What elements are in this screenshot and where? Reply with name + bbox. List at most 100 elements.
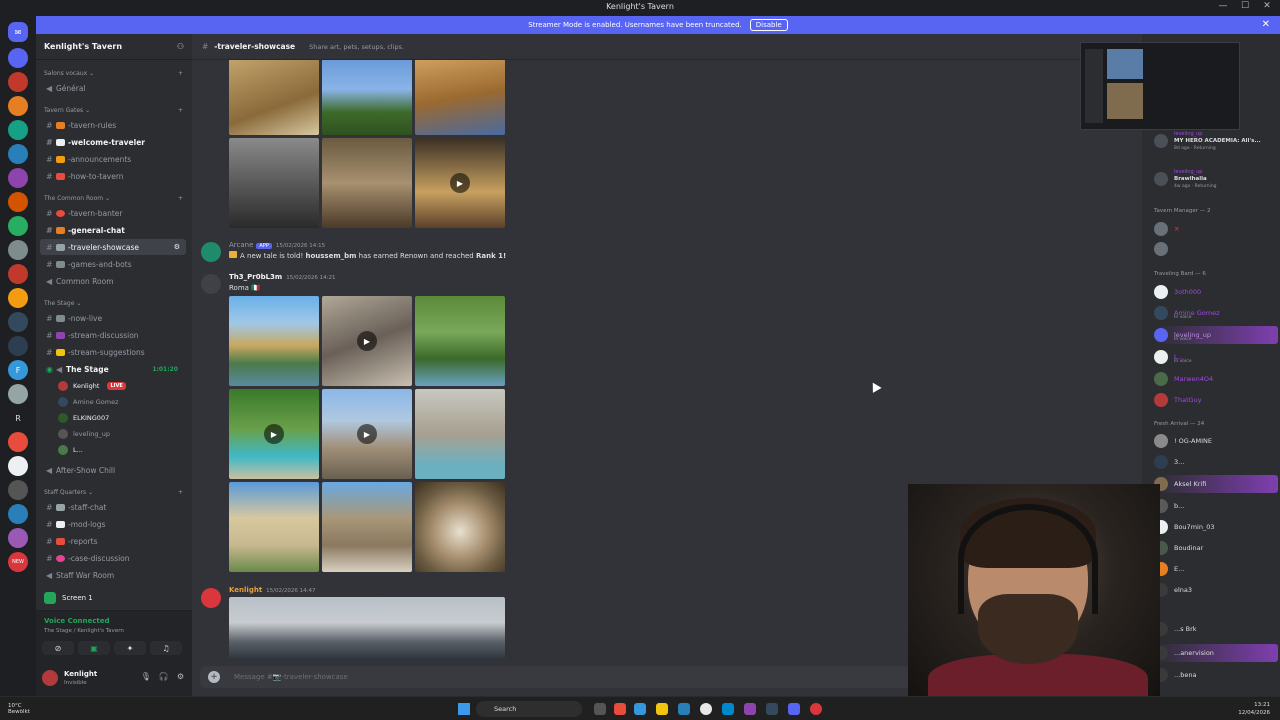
member-item[interactable]: 3...: [1154, 453, 1278, 471]
server-icon[interactable]: [8, 504, 28, 524]
member-item[interactable]: ...s Brk: [1154, 620, 1278, 638]
member-item[interactable]: elna3: [1154, 581, 1278, 599]
channel-stream-suggestions[interactable]: # -stream-suggestions: [40, 344, 186, 360]
channel-common-room[interactable]: ◀ Common Room: [40, 273, 186, 289]
member-item[interactable]: Marwen4O4: [1154, 370, 1278, 388]
server-icon[interactable]: [8, 432, 28, 452]
weather-widget[interactable]: 10°C Bewölkt: [8, 703, 30, 715]
gallery-image[interactable]: [229, 138, 319, 228]
disable-streamer-mode-button[interactable]: Disable: [749, 19, 788, 31]
message-author[interactable]: Kenlight: [229, 586, 262, 594]
screen-share-button[interactable]: ▣: [78, 641, 110, 655]
server-icon[interactable]: [8, 72, 28, 92]
channel-tavern-rules[interactable]: # -tavern-rules: [40, 117, 186, 133]
channel-case-discussion[interactable]: # -case-discussion: [40, 550, 186, 566]
play-icon[interactable]: ▶: [357, 424, 377, 444]
category-stage[interactable]: The Stage ⌄: [44, 300, 81, 307]
voice-user[interactable]: leveling_up: [58, 426, 110, 442]
channel-stream-discussion[interactable]: # -stream-discussion: [40, 327, 186, 343]
member-item[interactable]: b...: [1154, 497, 1278, 515]
server-icon[interactable]: [8, 120, 28, 140]
member-item[interactable]: ✕: [1154, 220, 1278, 238]
category-common[interactable]: The Common Room ⌄ +: [44, 195, 183, 202]
member-item[interactable]: ThatGuy: [1154, 391, 1278, 409]
channel-games[interactable]: # -games-and-bots: [40, 256, 186, 272]
member-item[interactable]: Bou7min_03: [1154, 518, 1278, 536]
task-view-icon[interactable]: [594, 703, 606, 715]
server-icon[interactable]: R: [8, 408, 28, 428]
server-icon[interactable]: [8, 144, 28, 164]
gallery-image[interactable]: [229, 482, 319, 572]
minimize-icon[interactable]: —: [1216, 1, 1230, 11]
stream-preview[interactable]: [1080, 42, 1240, 130]
channel-staff-chat[interactable]: # -staff-chat: [40, 499, 186, 515]
server-icon[interactable]: [8, 288, 28, 308]
server-icon[interactable]: [8, 168, 28, 188]
channel-announcements[interactable]: # -announcements: [40, 151, 186, 167]
screen-share-bar[interactable]: Screen 1: [36, 588, 192, 608]
channel-the-stage[interactable]: ◉ ◀ The Stage 1:01:20: [40, 361, 186, 377]
member-item[interactable]: 3oth000: [1154, 283, 1278, 301]
user-name[interactable]: Kenlight: [64, 670, 97, 678]
voice-user[interactable]: ELKING007: [58, 410, 109, 426]
app-icon[interactable]: [810, 703, 822, 715]
app-icon[interactable]: [614, 703, 626, 715]
channel-how-to[interactable]: # -how-to-tavern: [40, 168, 186, 184]
headphones-icon[interactable]: 🎧: [159, 672, 169, 681]
camera-off-icon[interactable]: ⊘: [42, 641, 74, 655]
channel-now-live[interactable]: # -now-live: [40, 310, 186, 326]
voice-user[interactable]: Amine Gomez: [58, 394, 119, 410]
server-icon[interactable]: [8, 264, 28, 284]
gallery-video[interactable]: ▶: [322, 296, 412, 386]
server-icon[interactable]: [8, 96, 28, 116]
server-icon[interactable]: [8, 216, 28, 236]
app-icon[interactable]: [678, 703, 690, 715]
guild-header[interactable]: Kenlight's Tavern ⚇: [36, 34, 192, 60]
gallery-video[interactable]: ▶: [322, 389, 412, 479]
new-server-badge[interactable]: NEW: [8, 552, 28, 572]
channel-showcase[interactable]: # -traveler-showcase ⚙: [40, 239, 186, 255]
server-icon[interactable]: F: [8, 360, 28, 380]
windows-start-icon[interactable]: [458, 703, 470, 715]
channel-settings-icon[interactable]: ⚙: [174, 243, 180, 251]
member-item[interactable]: leveling_up Brawlhalla 4w ago · Returnin…: [1154, 169, 1278, 189]
gear-icon[interactable]: ⚙: [177, 672, 184, 681]
play-icon[interactable]: ▶: [357, 331, 377, 351]
member-item[interactable]: Boudinar: [1154, 539, 1278, 557]
gallery-image[interactable]: [415, 60, 505, 135]
gallery-image[interactable]: [415, 482, 505, 572]
member-item[interactable]: [1154, 240, 1278, 258]
discord-icon[interactable]: [788, 703, 800, 715]
chrome-icon[interactable]: [700, 703, 712, 715]
avatar[interactable]: [42, 670, 58, 686]
maximize-icon[interactable]: ☐: [1238, 1, 1252, 11]
avatar[interactable]: [201, 274, 221, 294]
home-icon[interactable]: ✉: [8, 22, 28, 42]
add-channel-icon[interactable]: +: [178, 70, 183, 77]
channel-banter[interactable]: # -tavern-banter: [40, 205, 186, 221]
gallery-image[interactable]: [229, 296, 319, 386]
taskbar-clock[interactable]: 13:21 12/04/2026: [1238, 701, 1270, 717]
soundboard-icon[interactable]: ♫: [150, 641, 182, 655]
gallery-image[interactable]: [322, 60, 412, 135]
category-gates[interactable]: Tavern Gates ⌄ +: [44, 107, 183, 114]
member-item[interactable]: L... In voice: [1154, 348, 1278, 366]
server-icon[interactable]: [8, 480, 28, 500]
app-icon[interactable]: [634, 703, 646, 715]
activities-icon[interactable]: ✦: [114, 641, 146, 655]
channel-war-room[interactable]: ◀ Staff War Room: [40, 567, 186, 583]
message-input[interactable]: Message #📷-traveler-showcase: [234, 673, 348, 681]
server-icon[interactable]: [8, 336, 28, 356]
gallery-image[interactable]: [322, 138, 412, 228]
add-channel-icon[interactable]: +: [178, 489, 183, 496]
message-author[interactable]: Th3_Pr0bL3m: [229, 273, 282, 281]
member-item[interactable]: ! OG-AMINE: [1154, 432, 1278, 450]
server-icon[interactable]: [8, 384, 28, 404]
message-composer[interactable]: + Message #📷-traveler-showcase: [200, 666, 940, 688]
gallery-video[interactable]: ▶: [229, 389, 319, 479]
server-icon[interactable]: [8, 456, 28, 476]
channel-topic[interactable]: Share art, pets, setups, clips.: [309, 43, 404, 51]
add-channel-icon[interactable]: +: [178, 195, 183, 202]
microphone-icon[interactable]: 🎙: [141, 672, 151, 681]
app-icon[interactable]: [744, 703, 756, 715]
